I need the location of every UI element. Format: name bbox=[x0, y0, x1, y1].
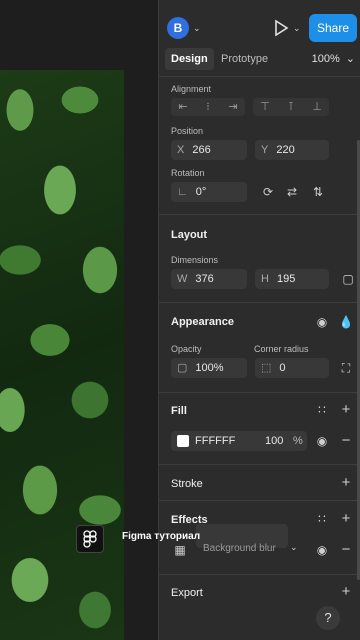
y-prefix: Y bbox=[261, 144, 269, 156]
angle-icon: ∟ bbox=[177, 186, 188, 198]
dimensions-label: Dimensions bbox=[171, 255, 219, 265]
align-right-icon[interactable]: ⇥ bbox=[221, 98, 245, 116]
alignment-label: Alignment bbox=[171, 84, 212, 94]
fill-title: Fill bbox=[171, 405, 187, 417]
y-position-field[interactable]: Y 220 bbox=[255, 140, 329, 160]
resize-to-fit-icon[interactable]: ▢ bbox=[339, 270, 357, 288]
corner-radius-label: Corner radius bbox=[254, 344, 309, 354]
align-center-h-icon[interactable]: ⁝ bbox=[196, 98, 220, 116]
fill-percent-sign: % bbox=[293, 435, 303, 447]
leaf-image-frame[interactable] bbox=[0, 70, 124, 640]
opacity-value: 100% bbox=[195, 362, 224, 374]
remove-effect-icon[interactable]: − bbox=[337, 541, 355, 559]
align-left-icon[interactable]: ⇤ bbox=[171, 98, 195, 116]
tutorial-caption: Figma туториал bbox=[122, 531, 201, 542]
height-field[interactable]: H 195 bbox=[255, 269, 329, 289]
add-stroke-icon[interactable]: + bbox=[337, 474, 355, 492]
opacity-field[interactable]: ▢ 100% bbox=[171, 358, 247, 378]
flip-vertical-icon[interactable]: ⇅ bbox=[309, 183, 327, 201]
x-prefix: X bbox=[177, 144, 185, 156]
share-button[interactable]: Share bbox=[309, 14, 357, 42]
w-value: 376 bbox=[195, 273, 214, 285]
help-button[interactable]: ? bbox=[316, 606, 340, 630]
tab-prototype[interactable]: Prototype bbox=[215, 48, 274, 70]
add-fill-icon[interactable]: + bbox=[337, 401, 355, 419]
align-center-v-icon[interactable]: ⊺ bbox=[279, 98, 303, 116]
divider bbox=[159, 500, 360, 501]
rotate-icon[interactable]: ⟳ bbox=[259, 183, 277, 201]
fill-opacity-value: 100 bbox=[265, 435, 284, 447]
panel-topbar: B ⌄ ⌄ Share bbox=[159, 8, 360, 48]
opacity-label: Opacity bbox=[171, 344, 202, 354]
blend-mode-icon[interactable]: 💧 bbox=[337, 313, 355, 331]
add-export-icon[interactable]: + bbox=[337, 583, 355, 601]
divider bbox=[159, 392, 360, 393]
layout-title: Layout bbox=[171, 229, 208, 241]
align-bottom-icon[interactable]: ⊥ bbox=[305, 98, 329, 116]
horizontal-align-group: ⇤ ⁝ ⇥ bbox=[171, 98, 245, 116]
corner-radius-field[interactable]: ⬚ 0 bbox=[255, 358, 329, 378]
fill-hex-value: FFFFFF bbox=[195, 435, 236, 447]
eye-icon[interactable]: ◉ bbox=[313, 541, 331, 559]
align-top-icon[interactable]: ⊤ bbox=[253, 98, 277, 116]
fill-row[interactable]: FFFFFF 100 % bbox=[171, 431, 307, 451]
h-prefix: H bbox=[261, 273, 269, 285]
x-value: 266 bbox=[192, 144, 211, 156]
chevron-down-icon: ⌄ bbox=[345, 53, 355, 65]
stroke-title: Stroke bbox=[171, 478, 203, 490]
vertical-align-group: ⊤ ⊺ ⊥ bbox=[253, 98, 329, 116]
remove-fill-icon[interactable]: − bbox=[337, 432, 355, 450]
flip-horizontal-icon[interactable]: ⇄ bbox=[283, 183, 301, 201]
appearance-title: Appearance bbox=[171, 316, 234, 328]
independent-corners-icon[interactable]: ⛶ bbox=[337, 359, 355, 377]
export-title: Export bbox=[171, 587, 203, 599]
divider bbox=[159, 574, 360, 575]
styles-grid-icon[interactable]: ∷ bbox=[313, 401, 331, 419]
corner-radius-icon: ⬚ bbox=[261, 362, 272, 374]
divider bbox=[159, 464, 360, 465]
chevron-down-icon[interactable]: ⌄ bbox=[193, 23, 201, 34]
w-prefix: W bbox=[177, 273, 188, 285]
tab-design[interactable]: Design bbox=[165, 48, 214, 70]
avatar[interactable]: B bbox=[167, 17, 189, 39]
chevron-down-icon: ⌄ bbox=[290, 542, 298, 552]
zoom-level: 100% bbox=[311, 53, 340, 65]
rotation-value: 0° bbox=[195, 186, 207, 198]
divider bbox=[159, 214, 360, 215]
effect-name: Background blur bbox=[203, 543, 276, 554]
x-position-field[interactable]: X 266 bbox=[171, 140, 247, 160]
effect-settings-icon[interactable]: ▦ bbox=[171, 541, 189, 559]
play-icon[interactable] bbox=[271, 18, 291, 38]
h-value: 195 bbox=[276, 273, 296, 285]
divider bbox=[159, 302, 360, 303]
eye-icon[interactable]: ◉ bbox=[313, 313, 331, 331]
panel-tabs: Design Prototype 100% ⌄ bbox=[159, 48, 360, 72]
divider bbox=[159, 76, 360, 77]
opacity-icon: ▢ bbox=[177, 362, 188, 374]
eye-icon[interactable]: ◉ bbox=[313, 432, 331, 450]
fill-color-swatch[interactable] bbox=[177, 435, 189, 447]
chevron-down-icon[interactable]: ⌄ bbox=[293, 23, 301, 34]
styles-grid-icon[interactable]: ∷ bbox=[313, 510, 331, 528]
position-label: Position bbox=[171, 126, 204, 136]
y-value: 220 bbox=[276, 144, 295, 156]
zoom-dropdown[interactable]: 100% ⌄ bbox=[312, 48, 355, 70]
width-field[interactable]: W 376 bbox=[171, 269, 247, 289]
figma-logo-icon bbox=[76, 525, 104, 553]
rotation-label: Rotation bbox=[171, 168, 205, 178]
radius-value: 0 bbox=[279, 362, 286, 374]
add-effect-icon[interactable]: + bbox=[337, 510, 355, 528]
rotation-field[interactable]: ∟ 0° bbox=[171, 182, 247, 202]
